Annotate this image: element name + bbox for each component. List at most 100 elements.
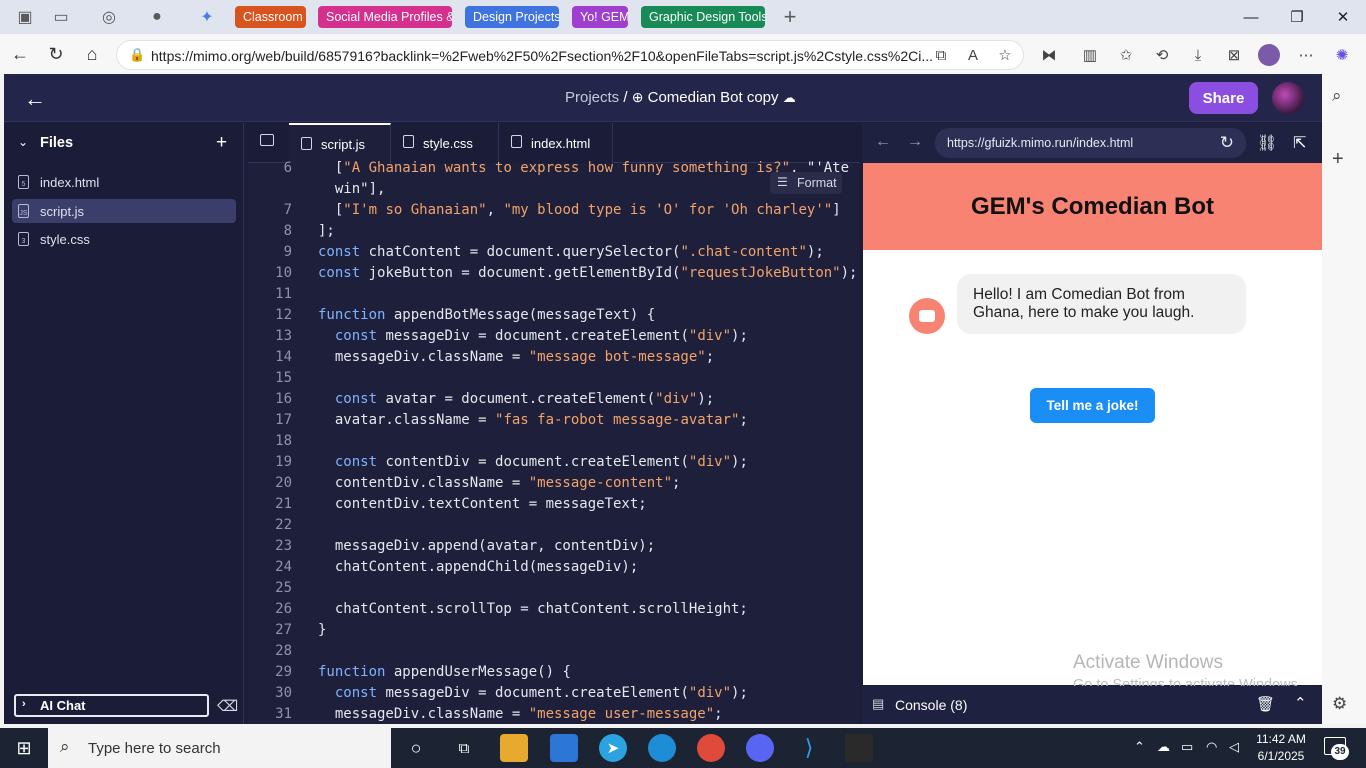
code-line: chatContent.scrollTop = chatContent.scro…: [318, 601, 748, 617]
notification-count-badge: 39: [1331, 744, 1349, 760]
add-sidebar-icon[interactable]: +: [1332, 148, 1344, 171]
battery-icon[interactable]: ▭: [1181, 739, 1193, 755]
file-icon: JS: [18, 204, 29, 218]
app-icon[interactable]: [845, 734, 873, 762]
store-icon[interactable]: [550, 734, 578, 762]
refresh-icon[interactable]: ↻: [43, 41, 69, 67]
editor-tab-label: index.html: [531, 135, 591, 151]
file-item[interactable]: 5 index.html: [12, 170, 236, 194]
edge-icon[interactable]: [648, 734, 676, 762]
read-aloud-icon[interactable]: A: [961, 44, 985, 66]
clock[interactable]: 11:42 AM 6/1/2025: [1252, 731, 1310, 765]
task-view-icon[interactable]: ⧉: [450, 734, 478, 762]
close-window-icon[interactable]: ✕: [1328, 5, 1358, 29]
copilot-icon[interactable]: ✺: [1330, 44, 1354, 66]
open-new-window-icon[interactable]: ⇱: [1293, 133, 1306, 153]
search-placeholder: Type here to search: [88, 739, 221, 757]
toggle-sidebar-icon[interactable]: [260, 134, 274, 146]
editor-tab[interactable]: index.html: [499, 123, 613, 163]
browser-tab-group[interactable]: Social Media Profiles &: [318, 6, 452, 28]
breadcrumb-separator: /: [623, 89, 628, 106]
github-tab-icon[interactable]: ●: [146, 6, 168, 28]
favorites-icon[interactable]: ✩: [1114, 44, 1138, 66]
add-file-icon[interactable]: +: [216, 132, 227, 154]
tab-actions-icon[interactable]: ▭: [50, 6, 72, 28]
pinned-tab-icon[interactable]: ◎: [98, 6, 120, 28]
line-number: 13: [275, 328, 292, 344]
link-icon[interactable]: ⛓: [1257, 133, 1277, 153]
back-icon[interactable]: ←: [7, 41, 33, 67]
screenshot-icon[interactable]: ⊠: [1222, 44, 1246, 66]
vscode-icon[interactable]: ⟩: [795, 734, 823, 762]
code-line: }: [318, 622, 327, 638]
downloads-icon[interactable]: ⤓: [1186, 44, 1210, 66]
chevron-down-icon[interactable]: ⌄: [18, 135, 28, 149]
site-info-icon[interactable]: 🔒: [129, 47, 145, 63]
file-item[interactable]: JS script.js: [12, 199, 236, 223]
browser-tab-group[interactable]: Design Projects: [465, 6, 559, 28]
share-button[interactable]: Share: [1189, 82, 1258, 114]
discord-icon[interactable]: [746, 734, 774, 762]
file-explorer-icon[interactable]: [500, 734, 528, 762]
taskbar-search[interactable]: ⌕ Type here to search: [48, 728, 391, 768]
clear-console-icon[interactable]: 🗑: [1256, 695, 1275, 713]
search-icon[interactable]: ⌕: [1332, 86, 1342, 106]
browser-tab-group[interactable]: Classroom: [235, 6, 306, 28]
chevron-up-icon[interactable]: ⌃: [1294, 694, 1307, 712]
favorite-star-icon[interactable]: ☆: [993, 44, 1017, 66]
chrome-icon[interactable]: [697, 734, 725, 762]
preview-url[interactable]: https://gfuizk.mimo.run/index.html ↻: [935, 128, 1246, 158]
code-line: const avatar = document.createElement("d…: [334, 391, 715, 407]
home-icon[interactable]: ⌂: [79, 41, 105, 67]
browser-tab-group[interactable]: Graphic Design Tools: [641, 6, 765, 28]
file-item[interactable]: 3 style.css: [12, 227, 236, 251]
copilot-tab-icon[interactable]: ✦: [196, 6, 218, 28]
ai-chat-toggle[interactable]: › AI Chat: [14, 694, 209, 717]
code-line: messageDiv.className = "message bot-mess…: [318, 349, 715, 365]
start-windows-icon[interactable]: ⊞: [10, 734, 38, 762]
telegram-icon[interactable]: ➤: [599, 734, 627, 762]
tray-chevron-icon[interactable]: ⌃: [1134, 739, 1145, 755]
minimize-icon[interactable]: —: [1236, 5, 1266, 29]
line-number: 10: [275, 265, 292, 281]
editor-tab[interactable]: style.css: [391, 123, 499, 163]
line-number: 28: [275, 643, 292, 659]
tell-joke-button[interactable]: Tell me a joke!: [1030, 388, 1155, 423]
workspaces-icon[interactable]: ▣: [14, 6, 36, 28]
back-arrow-icon[interactable]: ←: [24, 86, 46, 112]
line-number: 21: [275, 496, 292, 512]
new-tab-icon[interactable]: +: [779, 4, 801, 29]
breadcrumb: Projects / ⊕ Comedian Bot copy ☁: [565, 89, 796, 106]
line-number: 11: [275, 286, 292, 302]
maximize-icon[interactable]: ❐: [1282, 5, 1312, 29]
settings-gear-icon[interactable]: ⚙: [1332, 694, 1347, 714]
editor-tab-label: style.css: [423, 135, 473, 151]
preview-reload-icon[interactable]: ↻: [1220, 133, 1234, 153]
preview-back-icon[interactable]: ←: [875, 133, 891, 151]
split-screen-icon[interactable]: ▥: [1078, 44, 1102, 66]
history-icon[interactable]: ⟲: [1150, 44, 1174, 66]
console-bar[interactable]: ▤ Console (8) 🗑 ⌃: [862, 686, 1322, 724]
browser-sidebar: ⌕ + ⚙: [1322, 74, 1366, 724]
breadcrumb-projects[interactable]: Projects: [565, 89, 619, 106]
onedrive-icon[interactable]: ☁: [1157, 739, 1170, 755]
wifi-icon[interactable]: ◠: [1206, 739, 1217, 755]
robot-icon: [919, 310, 935, 322]
clock-time: 11:42 AM: [1256, 732, 1306, 746]
avatar[interactable]: [1272, 82, 1304, 114]
more-menu-icon[interactable]: ⋯: [1294, 44, 1318, 66]
eraser-icon[interactable]: ⌫: [217, 697, 238, 715]
preview-forward-icon[interactable]: →: [907, 133, 923, 151]
open-in-app-icon[interactable]: ⧉: [929, 44, 953, 66]
cloud-save-icon: ☁: [782, 90, 796, 105]
extensions-icon[interactable]: ⧓: [1037, 44, 1061, 66]
chevron-right-icon: ›: [22, 698, 26, 710]
editor-tab[interactable]: script.js: [289, 123, 391, 163]
format-icon: ☰: [777, 175, 788, 189]
browser-tab-group[interactable]: Yo! GEM: [572, 6, 628, 28]
cortana-icon[interactable]: ○: [402, 734, 430, 762]
volume-icon[interactable]: ◁: [1229, 739, 1239, 755]
profile-avatar[interactable]: [1258, 44, 1280, 66]
address-bar[interactable]: 🔒 https://mimo.org/web/build/6857916?bac…: [116, 40, 1024, 70]
format-button[interactable]: ☰ Format: [770, 172, 842, 194]
